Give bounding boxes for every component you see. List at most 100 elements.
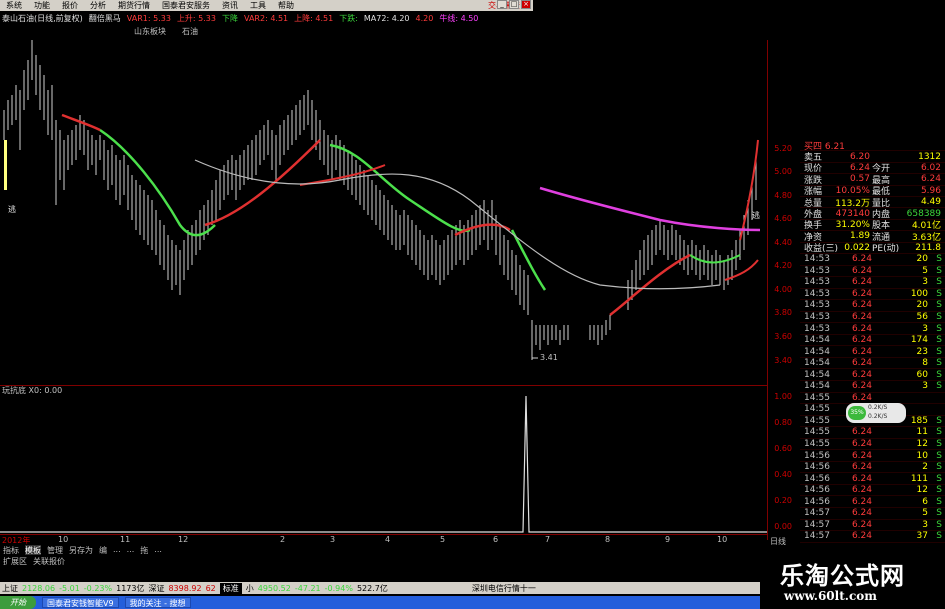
x-tick: 7 bbox=[545, 535, 551, 544]
y-tick: 3.80 bbox=[774, 308, 792, 317]
tick-row: 14:55 6.24 12 S bbox=[800, 439, 945, 451]
windows-taskbar: 开始 国泰君安钱智能V9 我的关注 - 搜想 bbox=[0, 596, 760, 609]
sector-tags: 山东板块 石油 bbox=[134, 26, 198, 37]
x-tick: 11 bbox=[120, 535, 131, 544]
menu-system[interactable]: 系统 bbox=[6, 0, 22, 11]
sh-index-amount: 1173亿 bbox=[116, 583, 145, 593]
tab-more-2[interactable]: ... bbox=[127, 545, 135, 555]
sz-index-label: 深证 bbox=[148, 583, 165, 593]
formula-name[interactable]: 翻倍黑马 bbox=[89, 13, 121, 24]
tab-edit[interactable]: 编 bbox=[99, 545, 107, 555]
tick-row: 14:56 6.24 12 S bbox=[800, 485, 945, 497]
network-speed-badge[interactable]: 35% 0.2K/S 0.2K/S bbox=[846, 403, 906, 423]
tab-manage[interactable]: 管理 bbox=[47, 545, 63, 555]
tab-indicator[interactable]: 指标 bbox=[3, 545, 19, 555]
y-tick: 3.60 bbox=[774, 332, 792, 341]
menu-analysis[interactable]: 分析 bbox=[90, 0, 106, 11]
sector-tag-oil[interactable]: 石油 bbox=[182, 26, 198, 37]
y-tick: 5.20 bbox=[774, 144, 792, 153]
sh-index-value: 2128.06 bbox=[22, 583, 56, 593]
rise-value: 上升: 5.33 bbox=[176, 13, 216, 23]
tick-row: 14:54 6.24 3 S bbox=[800, 381, 945, 393]
tick-row: 14:53 6.24 3 S bbox=[800, 323, 945, 335]
y-tick: 0.40 bbox=[774, 470, 792, 479]
tick-row: 14:53 6.24 20 S bbox=[800, 254, 945, 266]
quote-panel: 买四 6.21 卖五 6.20 1312 现价 6.24 今开 6.02 涨跌 0.57 最高… bbox=[800, 140, 945, 254]
watermark-title: 乐淘公式网 bbox=[780, 562, 905, 590]
standard-mode-button[interactable]: 标准 bbox=[219, 582, 242, 594]
tab-template[interactable]: 模板 bbox=[25, 545, 41, 555]
y-tick: 4.00 bbox=[774, 285, 792, 294]
quote-row: 收益(三) 0.022 PE(动) 211.8 bbox=[800, 243, 945, 254]
bottom-tabs: 指标 模板 管理 另存为 编 ... ... 拖 ... bbox=[0, 545, 767, 555]
menu-function[interactable]: 功能 bbox=[34, 0, 50, 11]
date-axis: 2012年 10 11 12 2 3 4 5 6 7 8 9 10 bbox=[0, 534, 767, 545]
download-speed: 0.2K/S bbox=[868, 413, 888, 420]
tick-row: 14:53 6.24 20 S bbox=[800, 300, 945, 312]
ma72-line bbox=[194, 159, 721, 290]
menu-quote[interactable]: 报价 bbox=[62, 0, 78, 11]
var1-value: VAR1: 5.33 bbox=[126, 13, 171, 23]
menu-help[interactable]: 帮助 bbox=[278, 0, 294, 11]
tick-row: 14:56 6.24 2 S bbox=[800, 462, 945, 474]
drop-label: 下跌: bbox=[339, 13, 358, 23]
window-controls: _ □ × bbox=[497, 0, 531, 9]
y-tick: 1.00 bbox=[774, 392, 792, 401]
tab-more-1[interactable]: ... bbox=[113, 545, 121, 555]
taskbar-item-browser[interactable]: 我的关注 - 搜想 bbox=[124, 597, 191, 608]
tick-row: 14:53 6.24 5 S bbox=[800, 266, 945, 278]
sh-index-percent: -0.23% bbox=[83, 583, 113, 593]
low-price-label: 3.41 bbox=[540, 353, 558, 362]
minimize-button[interactable]: _ bbox=[497, 0, 507, 9]
speed-percent: 35% bbox=[848, 406, 866, 420]
menu-gtja-service[interactable]: 国泰君安服务 bbox=[162, 0, 210, 11]
sh-index-label: 上证 bbox=[2, 583, 18, 593]
ma72-value: MA72: 4.20 bbox=[363, 13, 410, 23]
maximize-button[interactable]: □ bbox=[509, 0, 519, 9]
y-tick: 4.60 bbox=[774, 214, 792, 223]
green-trend-line-1 bbox=[99, 128, 216, 237]
tick-row: 14:54 6.24 174 S bbox=[800, 335, 945, 347]
chart-title-bar: 泰山石油(日线,前复权) 翻倍黑马 VAR1: 5.33 上升: 5.33 下降… bbox=[0, 12, 478, 24]
menu-bar: 系统 功能 报价 分析 期货行情 国泰君安服务 资讯 工具 帮助 交易未登 _ … bbox=[0, 0, 533, 11]
low-marker bbox=[531, 345, 538, 359]
trading-app-window: 系统 功能 报价 分析 期货行情 国泰君安服务 资讯 工具 帮助 交易未登 _ … bbox=[0, 0, 945, 609]
tick-row: 14:57 6.24 3 S bbox=[800, 520, 945, 532]
menu-news[interactable]: 资讯 bbox=[222, 0, 238, 11]
tick-row: 14:56 6.24 111 S bbox=[800, 473, 945, 485]
price-bars bbox=[3, 40, 757, 360]
menu-tools[interactable]: 工具 bbox=[250, 0, 266, 11]
news-ticker[interactable]: 深圳电信行情十一 bbox=[472, 583, 536, 594]
tab-more-3[interactable]: ... bbox=[154, 545, 162, 555]
watermark-url: www.60lt.com bbox=[784, 589, 877, 603]
sme-index-label: 小 bbox=[245, 583, 254, 593]
tick-row: 14:53 6.24 3 S bbox=[800, 277, 945, 289]
indicator-chart[interactable] bbox=[0, 390, 767, 534]
candlestick-chart[interactable]: 3.41 逃 逃 bbox=[0, 40, 767, 385]
tick-row: 14:56 6.24 10 S bbox=[800, 450, 945, 462]
start-button[interactable]: 开始 bbox=[0, 596, 36, 609]
y-tick: 3.40 bbox=[774, 356, 792, 365]
menu-futures[interactable]: 期货行情 bbox=[118, 0, 150, 11]
tab-extended-area[interactable]: 扩展区 bbox=[3, 556, 27, 567]
sector-tag-shandong[interactable]: 山东板块 bbox=[134, 26, 166, 37]
tab-related-quote[interactable]: 关联报价 bbox=[33, 556, 65, 567]
red-trend-line-5 bbox=[609, 253, 691, 316]
bull-line-value: 牛线: 4.50 bbox=[439, 13, 479, 23]
tab-save-as[interactable]: 另存为 bbox=[69, 545, 93, 555]
taskbar-item-trading-app[interactable]: 国泰君安钱智能V9 bbox=[42, 597, 119, 608]
x-tick: 12 bbox=[178, 535, 189, 544]
tick-row: 14:53 6.24 56 S bbox=[800, 312, 945, 324]
x-tick: 4 bbox=[385, 535, 391, 544]
y-tick: 0.60 bbox=[774, 444, 792, 453]
y-tick: 0.20 bbox=[774, 496, 792, 505]
tick-row: 14:53 6.24 100 S bbox=[800, 289, 945, 301]
tick-list[interactable]: 14:53 6.24 20 S 14:53 6.24 5 S 14:53 6.24 3 S 14:… bbox=[800, 254, 945, 543]
tick-row: 14:57 6.24 37 S bbox=[800, 531, 945, 543]
indicator-spike bbox=[0, 395, 767, 533]
y-tick: 4.40 bbox=[774, 238, 792, 247]
tab-drag[interactable]: 拖 bbox=[140, 545, 148, 555]
tick-row: 14:54 6.24 23 S bbox=[800, 346, 945, 358]
sme-index-change: -47.21 bbox=[294, 583, 321, 593]
close-button[interactable]: × bbox=[521, 0, 531, 9]
